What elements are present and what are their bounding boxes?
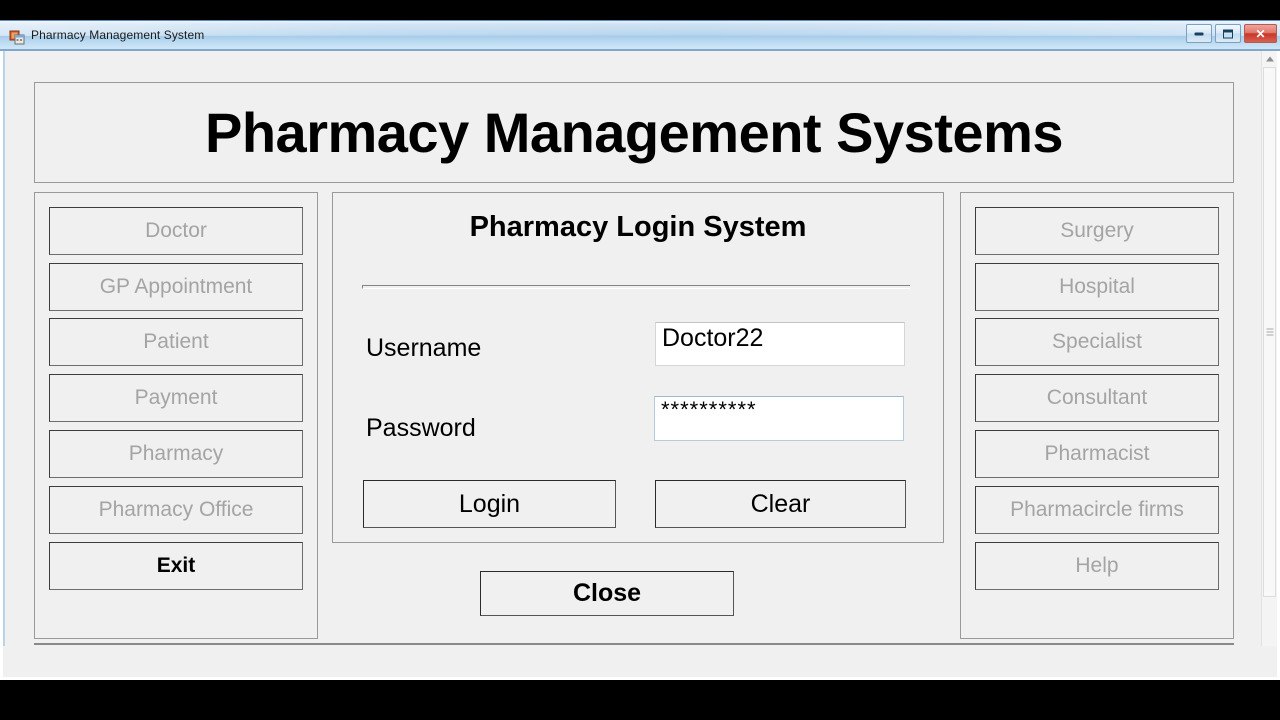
- button-label: Pharmacy Office: [98, 498, 254, 521]
- sidebar-item-exit[interactable]: Exit: [49, 542, 303, 590]
- clear-button[interactable]: Clear: [655, 480, 906, 528]
- button-label: Consultant: [1046, 386, 1148, 409]
- login-group-box: Pharmacy Login System Username Doctor22 …: [332, 192, 944, 543]
- scrollbar-grip-icon: [1266, 328, 1273, 336]
- chevron-up-icon: [1265, 56, 1274, 61]
- sidebar-item-pharmacircle-firms[interactable]: Pharmacircle firms: [975, 486, 1219, 534]
- left-navigation-panel: Doctor GP Appointment Patient Payment Ph…: [34, 192, 318, 639]
- form-designer-icon: [9, 30, 25, 45]
- close-button[interactable]: Close: [480, 571, 734, 616]
- scroll-up-button[interactable]: [1262, 51, 1277, 66]
- header-panel: Pharmacy Management Systems: [34, 82, 1234, 183]
- window-close-button[interactable]: ✕: [1244, 24, 1277, 43]
- username-input[interactable]: Doctor22: [655, 322, 905, 366]
- button-label: Hospital: [1059, 275, 1135, 298]
- application-window: Pharmacy Management System ✕ Pharmacy Ma…: [0, 20, 1280, 680]
- sidebar-item-surgery[interactable]: Surgery: [975, 207, 1219, 255]
- status-divider: [34, 643, 1234, 645]
- screen: Pharmacy Management System ✕ Pharmacy Ma…: [0, 0, 1280, 720]
- button-label: Specialist: [1052, 330, 1142, 353]
- page-title: Pharmacy Management Systems: [205, 101, 1064, 164]
- maximize-icon: [1223, 29, 1233, 38]
- form-client-area: Pharmacy Management Systems Doctor GP Ap…: [3, 51, 1277, 677]
- sidebar-item-pharmacist[interactable]: Pharmacist: [975, 430, 1219, 478]
- sidebar-item-pharmacy[interactable]: Pharmacy: [49, 430, 303, 478]
- form-bottom-filler: [3, 646, 1277, 677]
- right-navigation-panel: Surgery Hospital Specialist Consultant P…: [960, 192, 1234, 639]
- sidebar-item-patient[interactable]: Patient: [49, 318, 303, 366]
- button-label: Pharmacy: [128, 442, 224, 465]
- username-label: Username: [366, 334, 482, 362]
- login-group-title: Pharmacy Login System: [469, 211, 807, 243]
- maximize-button[interactable]: [1215, 24, 1241, 43]
- button-label: Login: [458, 489, 521, 518]
- title-bar: Pharmacy Management System ✕: [0, 20, 1280, 51]
- vertical-scrollbar[interactable]: [1261, 51, 1277, 677]
- sidebar-item-payment[interactable]: Payment: [49, 374, 303, 422]
- button-label: Pharmacircle firms: [1010, 498, 1184, 521]
- minimize-icon: [1194, 32, 1204, 35]
- sidebar-item-doctor[interactable]: Doctor: [49, 207, 303, 255]
- sidebar-item-consultant[interactable]: Consultant: [975, 374, 1219, 422]
- button-label: Payment: [134, 386, 218, 409]
- scrollbar-thumb[interactable]: [1263, 67, 1276, 597]
- button-label: Clear: [750, 489, 811, 518]
- minimize-button[interactable]: [1186, 24, 1212, 43]
- sidebar-item-help[interactable]: Help: [975, 542, 1219, 590]
- password-input[interactable]: **********: [654, 396, 904, 441]
- button-label: Doctor: [145, 219, 207, 242]
- button-label: Surgery: [1060, 219, 1134, 242]
- window-title: Pharmacy Management System: [31, 28, 205, 42]
- sidebar-item-gp-appointment[interactable]: GP Appointment: [49, 263, 303, 311]
- close-icon: ✕: [1255, 26, 1266, 41]
- sidebar-item-specialist[interactable]: Specialist: [975, 318, 1219, 366]
- sidebar-item-pharmacy-office[interactable]: Pharmacy Office: [49, 486, 303, 534]
- login-button[interactable]: Login: [363, 480, 616, 528]
- button-label: Close: [572, 579, 642, 607]
- password-label: Password: [366, 414, 476, 442]
- button-label: Patient: [143, 330, 209, 353]
- sidebar-item-hospital[interactable]: Hospital: [975, 263, 1219, 311]
- button-label: GP Appointment: [99, 275, 253, 298]
- section-divider: [362, 285, 910, 289]
- button-label: Help: [1075, 554, 1119, 577]
- button-label: Exit: [156, 554, 196, 577]
- button-label: Pharmacist: [1044, 442, 1150, 465]
